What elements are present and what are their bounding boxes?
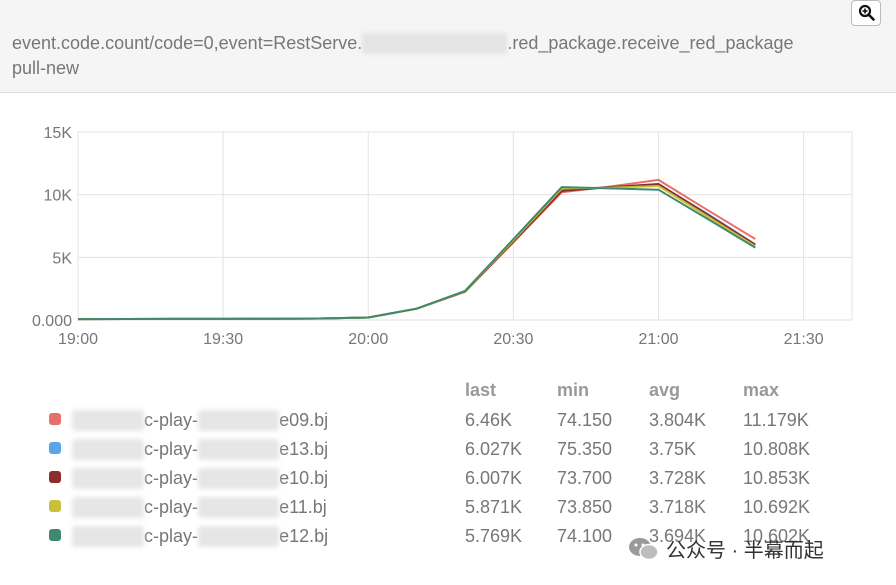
redacted-text: api.user_pull_new <box>362 33 508 54</box>
legend-name-part: c-play- <box>144 497 199 517</box>
legend-series-name: all-e-bjxxc-play-vote-ne-fee11.bj <box>72 497 327 518</box>
legend-name-part: e13.bj <box>279 439 329 459</box>
chart-title-line2: pull-new <box>12 58 80 78</box>
legend-series-name: all-e-bjxxc-play-vote-ne-fee13.bj <box>72 439 328 460</box>
column-min[interactable]: min <box>557 380 589 401</box>
redacted-text: vote-ne-fe <box>198 468 280 489</box>
x-axis: 19:00 19:30 20:00 20:30 21:00 21:30 <box>58 331 824 348</box>
redacted-text: vote-ne-fe <box>198 410 280 431</box>
watermark: 公众号 · 半幕而起 <box>628 534 824 563</box>
x-tick-label: 20:30 <box>493 331 533 348</box>
y-tick-label: 10K <box>44 188 73 205</box>
legend-last-value: 6.027K <box>465 439 523 459</box>
legend-max-value: 11.179K <box>743 410 809 430</box>
legend-avg-value: 3.804K <box>649 410 707 430</box>
redacted-text: vote-ne-fe <box>198 526 280 547</box>
y-axis: 0.000 5K 10K 15K <box>32 125 72 330</box>
redacted-text: vote-ne-fe <box>198 439 280 460</box>
legend-max-value: 10.692K <box>743 497 811 517</box>
legend-avg-value: 3.75K <box>649 439 697 459</box>
y-tick-label: 0.000 <box>32 313 72 330</box>
legend-min-value: 73.700 <box>557 468 613 488</box>
chart-title-suffix: .red_package.receive_red_package <box>507 33 794 53</box>
legend-last-value: 6.007K <box>465 468 523 488</box>
legend-name-part: c-play- <box>144 410 199 430</box>
legend-max-value: 10.853K <box>743 468 811 488</box>
legend-min-value: 75.350 <box>557 439 613 459</box>
legend-min-value: 74.150 <box>557 410 613 430</box>
legend-avg-value: 3.718K <box>649 497 707 517</box>
legend-name-part: e12.bj <box>279 526 329 546</box>
series-line-5[interactable] <box>77 186 756 321</box>
legend-series-name: all-e-bjxxc-play-vote-ne-fee12.bj <box>72 526 328 547</box>
wechat-icon <box>629 537 659 560</box>
redacted-text: all-e-bjxx <box>72 439 145 460</box>
legend-last-value: 5.769K <box>465 526 523 546</box>
line-chart: 0.000 5K 10K 15K 19:00 19:30 20:00 20:30 21:00 2… <box>32 125 853 348</box>
redacted-text: all-e-bjxx <box>72 526 145 547</box>
chart-header: event.code.count/code=0,event=RestServe.… <box>0 0 896 93</box>
x-tick-label: 21:30 <box>784 331 824 348</box>
legend-last-value: 6.46K <box>465 410 513 430</box>
legend-series-name: all-e-bjxxc-play-vote-ne-fee10.bj <box>72 468 328 489</box>
series-line-3[interactable] <box>77 183 756 321</box>
legend-last-value: 5.871K <box>465 497 523 517</box>
legend-name-part: e10.bj <box>279 468 329 488</box>
zoom-button[interactable] <box>851 0 881 26</box>
legend-min-value: 73.850 <box>557 497 613 517</box>
chart-series <box>77 178 756 321</box>
redacted-text: all-e-bjxx <box>72 497 145 518</box>
legend-max-value: 10.808K <box>743 439 811 459</box>
redacted-text: vote-ne-fe <box>198 497 280 518</box>
legend-name-part: e09.bj <box>279 410 329 430</box>
redacted-text: all-e-bjxx <box>72 410 145 431</box>
chart-title-prefix: event.code.count/code=0,event=RestServe. <box>12 33 363 53</box>
legend-series-name: all-e-bjxxc-play-vote-ne-fee09.bj <box>72 410 328 431</box>
x-tick-label: 19:00 <box>58 331 98 348</box>
legend-name-part: c-play- <box>144 439 199 459</box>
column-avg[interactable]: avg <box>649 380 680 401</box>
redacted-text: all-e-bjxx <box>72 468 145 489</box>
legend-name-part: c-play- <box>144 526 199 546</box>
series-line-4[interactable] <box>77 185 756 321</box>
legend-min-value: 74.100 <box>557 526 613 546</box>
column-max[interactable]: max <box>743 380 779 401</box>
column-last[interactable]: last <box>465 380 496 401</box>
x-tick-label: 21:00 <box>638 331 678 348</box>
legend-avg-value: 3.728K <box>649 468 707 488</box>
y-tick-label: 15K <box>44 125 73 142</box>
x-tick-label: 19:30 <box>203 331 243 348</box>
series-line-1[interactable] <box>77 178 756 321</box>
watermark-text: 公众号 · 半幕而起 <box>666 540 824 562</box>
series-line-2[interactable] <box>77 183 756 321</box>
chart-title: event.code.count/code=0,event=RestServe.… <box>12 33 794 54</box>
legend-name-part: e11.bj <box>279 497 327 517</box>
legend-name-part: c-play- <box>144 468 199 488</box>
zoom-in-icon <box>858 4 875 21</box>
x-tick-label: 20:00 <box>348 331 388 348</box>
y-tick-label: 5K <box>52 250 72 267</box>
